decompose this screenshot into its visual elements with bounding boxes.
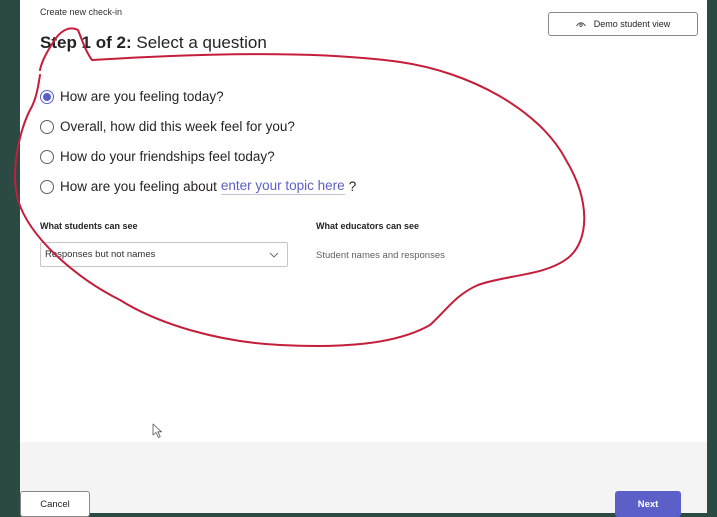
question-label: How do your friendships feel today?	[60, 149, 275, 164]
question-radio-group: How are you feeling today? Overall, how …	[40, 85, 356, 205]
radio-button-selected[interactable]	[40, 89, 54, 104]
eye-icon	[575, 22, 586, 27]
educators-visibility-label: What educators can see	[316, 221, 420, 231]
educators-visibility-value: Student names and responses	[316, 250, 445, 261]
page-title: Step 1 of 2: Select a question	[40, 33, 267, 53]
chevron-down-icon	[269, 252, 279, 258]
question-option-feeling-today[interactable]: How are you feeling today?	[40, 85, 356, 108]
students-visibility-label: What students can see	[40, 221, 138, 231]
mouse-pointer-icon	[152, 423, 162, 438]
question-label: How are you feeling about	[60, 179, 217, 194]
radio-button[interactable]	[40, 119, 54, 134]
dropdown-selected-value: Responses but not names	[45, 249, 156, 260]
topic-input-link[interactable]: enter your topic here	[220, 178, 345, 195]
radio-button[interactable]	[40, 179, 54, 194]
dialog-overline: Create new check-in	[40, 7, 123, 17]
question-option-custom-topic[interactable]: How are you feeling about enter your top…	[40, 175, 356, 198]
dialog-footer	[20, 442, 707, 513]
next-button[interactable]: Next	[615, 491, 681, 517]
question-label-suffix: ?	[348, 179, 357, 194]
question-label: How are you feeling today?	[60, 89, 224, 104]
step-indicator: Step 1 of 2:	[40, 33, 132, 52]
demo-student-view-label: Demo student view	[593, 19, 671, 29]
demo-student-view-button[interactable]: Demo student view	[548, 12, 698, 36]
students-visibility-dropdown[interactable]: Responses but not names	[40, 242, 288, 267]
question-option-friendships[interactable]: How do your friendships feel today?	[40, 145, 356, 168]
title-text: Select a question	[136, 33, 267, 52]
question-label: Overall, how did this week feel for you?	[60, 119, 295, 134]
radio-button[interactable]	[40, 149, 54, 164]
cancel-button[interactable]: Cancel	[20, 491, 90, 517]
check-in-dialog: Create new check-in Step 1 of 2: Select …	[20, 0, 707, 513]
question-option-week-feel[interactable]: Overall, how did this week feel for you?	[40, 115, 356, 138]
